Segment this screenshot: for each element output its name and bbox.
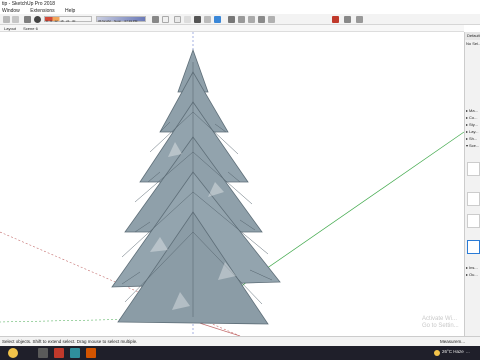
entity-info-panel: No Sel... bbox=[466, 41, 480, 46]
textured-icon[interactable] bbox=[204, 16, 211, 23]
fog-icon[interactable] bbox=[34, 16, 41, 23]
tray-item-scenes[interactable]: ▾Sce... bbox=[465, 142, 480, 149]
tray-item-shadows[interactable]: ▸Sh... bbox=[465, 135, 480, 142]
tray-item-components[interactable]: ▸Co... bbox=[465, 114, 480, 121]
tray-header[interactable]: Default T... bbox=[465, 32, 480, 40]
tab-layout[interactable]: Layout bbox=[2, 25, 18, 32]
back-view-icon[interactable] bbox=[268, 16, 275, 23]
system-tray-time: ... bbox=[466, 349, 470, 354]
expand-arrow-icon: ▸ bbox=[466, 136, 469, 141]
extension-manager-icon[interactable] bbox=[344, 16, 351, 23]
component-thumbnail[interactable] bbox=[467, 162, 480, 176]
component-thumbnail[interactable] bbox=[467, 214, 480, 228]
pine-tree-model[interactable] bbox=[111, 48, 281, 325]
tray-item-instructor[interactable]: ▸Ins... bbox=[465, 264, 480, 271]
expand-arrow-icon: ▾ bbox=[466, 143, 469, 148]
status-bar: Select objects. Shift to extend select. … bbox=[0, 336, 480, 346]
top-view-icon[interactable] bbox=[238, 16, 245, 23]
weather-icon bbox=[434, 350, 440, 356]
shaded-icon[interactable] bbox=[194, 16, 201, 23]
iso-view-icon[interactable] bbox=[228, 16, 235, 23]
default-tray: Default T... No Sel... ▸Ma... ▸Co... ▸St… bbox=[464, 32, 480, 336]
app-icon[interactable] bbox=[54, 348, 64, 358]
task-view-icon[interactable] bbox=[38, 348, 48, 358]
ruby-console-icon[interactable] bbox=[332, 16, 339, 23]
scene-tabs: Layout Scene 6 bbox=[0, 25, 464, 32]
component-thumbnail-selected[interactable] bbox=[467, 240, 480, 254]
expand-arrow-icon: ▸ bbox=[466, 108, 469, 113]
monochrome-icon[interactable] bbox=[214, 16, 221, 23]
expand-arrow-icon: ▸ bbox=[466, 265, 469, 270]
expand-arrow-icon: ▸ bbox=[466, 129, 469, 134]
activation-watermark: Activate Wi... Go to Settin... bbox=[422, 316, 459, 329]
shadow-toggle-icon[interactable] bbox=[24, 16, 31, 23]
tray-item-styles[interactable]: ▸Sty... bbox=[465, 121, 480, 128]
expand-arrow-icon: ▸ bbox=[466, 115, 469, 120]
tray-lower-items: ▸Ins... ▸Ou... bbox=[465, 264, 480, 278]
tray-item-outliner[interactable]: ▸Ou... bbox=[465, 271, 480, 278]
right-view-icon[interactable] bbox=[258, 16, 265, 23]
tray-spacer bbox=[465, 47, 480, 107]
expand-arrow-icon: ▸ bbox=[466, 272, 469, 277]
paint-tool-icon[interactable] bbox=[12, 16, 19, 23]
select-tool-icon[interactable] bbox=[3, 16, 10, 23]
viewport-canvas bbox=[0, 32, 464, 336]
shadow-date-labels: 0 6 12 18 24 30 bbox=[46, 19, 76, 23]
sketchup-icon[interactable] bbox=[86, 348, 96, 358]
section-plane-icon[interactable] bbox=[152, 16, 159, 23]
tray-item-materials[interactable]: ▸Ma... bbox=[465, 107, 480, 114]
window-title: tip - SketchUp Pro 2018 bbox=[0, 0, 480, 8]
hidden-line-icon[interactable] bbox=[184, 16, 191, 23]
wireframe-icon[interactable] bbox=[174, 16, 181, 23]
app-icon[interactable] bbox=[70, 348, 80, 358]
windows-taskbar: 26°C Haze ... bbox=[0, 346, 480, 360]
tab-scene-6[interactable]: Scene 6 bbox=[21, 25, 40, 32]
xray-icon[interactable] bbox=[162, 16, 169, 23]
expand-arrow-icon: ▸ bbox=[466, 122, 469, 127]
front-view-icon[interactable] bbox=[248, 16, 255, 23]
extension-warehouse-icon[interactable] bbox=[356, 16, 363, 23]
weather-text: 26°C Haze bbox=[442, 349, 464, 354]
tray-item-layers[interactable]: ▸Lay... bbox=[465, 128, 480, 135]
component-thumbnail[interactable] bbox=[467, 192, 480, 206]
sun-icon bbox=[8, 348, 18, 358]
model-viewport[interactable] bbox=[0, 32, 464, 336]
shadow-time-labels: 05:52 AM Noon 07:19 PM bbox=[98, 19, 138, 23]
